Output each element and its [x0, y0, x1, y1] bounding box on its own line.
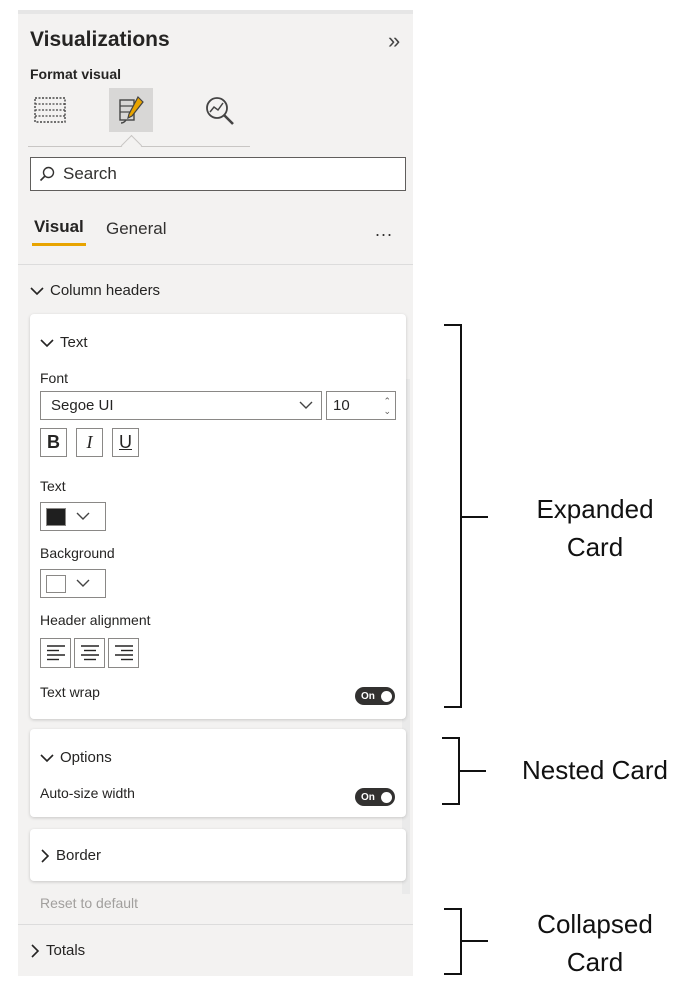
- header-alignment-label: Header alignment: [40, 612, 151, 628]
- collapsed-card-annotation: Collapsed Card: [510, 905, 680, 981]
- bold-button[interactable]: B: [40, 428, 67, 457]
- active-tab-underline: [32, 243, 86, 246]
- font-size-value: 10: [333, 397, 350, 414]
- tab-visual[interactable]: Visual: [34, 217, 84, 237]
- background-label: Background: [40, 545, 115, 561]
- build-visual-tab[interactable]: [28, 88, 72, 132]
- active-tab-pointer: [120, 134, 143, 157]
- format-paintbrush-icon: [119, 96, 144, 124]
- text-card: Text Font Segoe UI 10 ⌃ ⌄ B I U Text Back…: [30, 314, 406, 719]
- font-size-stepper[interactable]: 10 ⌃ ⌄: [326, 391, 396, 420]
- annotation-line: Card: [566, 947, 624, 977]
- border-card-header[interactable]: Border: [40, 847, 101, 864]
- pane-subtitle: Format visual: [30, 66, 122, 82]
- font-family-value: Segoe UI: [51, 397, 114, 414]
- more-options-icon[interactable]: ...: [375, 220, 393, 241]
- toggle-knob: [381, 791, 392, 803]
- search-icon: [39, 166, 55, 182]
- search-field[interactable]: [30, 157, 406, 191]
- align-center-button[interactable]: [74, 638, 105, 668]
- tab-general[interactable]: General: [106, 219, 166, 239]
- spin-arrows-icon[interactable]: ⌃ ⌄: [383, 396, 391, 416]
- auto-size-width-toggle[interactable]: On: [355, 788, 395, 806]
- underline-button[interactable]: U: [112, 428, 139, 457]
- toggle-state: On: [361, 690, 375, 702]
- annotation-line: Card: [566, 532, 624, 562]
- chevron-down-icon: [76, 512, 90, 520]
- divider: [18, 264, 413, 265]
- background-color-picker[interactable]: [40, 569, 106, 598]
- collapse-pane-icon[interactable]: »: [388, 28, 400, 54]
- toggle-state: On: [361, 791, 375, 803]
- align-left-icon: [46, 645, 65, 661]
- text-color-label: Text: [40, 478, 66, 494]
- options-card-header[interactable]: Options: [40, 749, 112, 766]
- analytics-magnifier-icon: [206, 97, 234, 125]
- align-left-button[interactable]: [40, 638, 71, 668]
- chevron-down-icon: [299, 401, 313, 409]
- text-color-swatch: [46, 507, 66, 526]
- border-card-title: Border: [56, 847, 102, 864]
- chevron-down-icon: [76, 579, 90, 587]
- options-card: Options Auto-size width On: [30, 729, 406, 817]
- column-headers-section-toggle[interactable]: Column headers: [30, 282, 160, 299]
- align-center-icon: [80, 645, 99, 661]
- chevron-right-icon: [41, 848, 50, 863]
- totals-title: Totals: [46, 942, 86, 959]
- annotation-line: Nested Card: [522, 755, 668, 785]
- annotation-line: Expanded: [536, 494, 654, 524]
- text-card-title: Text: [60, 334, 88, 351]
- section-title: Column headers: [50, 282, 161, 299]
- format-visual-tab[interactable]: [109, 88, 153, 132]
- toggle-knob: [381, 690, 392, 702]
- font-label: Font: [40, 370, 69, 386]
- visualizations-pane: Visualizations » Format visual Search Vi…: [18, 10, 413, 976]
- auto-size-width-label: Auto-size width: [40, 785, 135, 801]
- chevron-down-icon: [40, 753, 54, 762]
- options-card-title: Options: [60, 749, 112, 766]
- background-color-swatch: [46, 574, 66, 593]
- chevron-down-icon: [30, 286, 44, 295]
- analytics-tab[interactable]: [198, 88, 242, 132]
- expanded-card-annotation: Expanded Card: [510, 490, 680, 566]
- align-right-icon: [114, 645, 133, 661]
- search-input[interactable]: [61, 163, 385, 185]
- reset-to-default-link[interactable]: Reset to default: [40, 895, 138, 911]
- text-wrap-label: Text wrap: [40, 684, 100, 700]
- annotation-line: Collapsed: [537, 909, 653, 939]
- text-color-picker[interactable]: [40, 502, 106, 531]
- totals-section-toggle[interactable]: Totals: [30, 942, 85, 959]
- text-card-header[interactable]: Text: [40, 334, 88, 351]
- nested-card-annotation: Nested Card: [505, 755, 685, 786]
- divider: [18, 924, 413, 925]
- pane-title: Visualizations: [30, 28, 170, 51]
- chevron-down-icon: [40, 338, 54, 347]
- border-card[interactable]: Border: [30, 829, 406, 881]
- text-wrap-toggle[interactable]: On: [355, 687, 395, 705]
- font-family-dropdown[interactable]: Segoe UI: [40, 391, 322, 420]
- align-right-button[interactable]: [108, 638, 139, 668]
- italic-button[interactable]: I: [76, 428, 103, 457]
- build-visual-icon: [34, 97, 66, 123]
- chevron-right-icon: [31, 943, 40, 958]
